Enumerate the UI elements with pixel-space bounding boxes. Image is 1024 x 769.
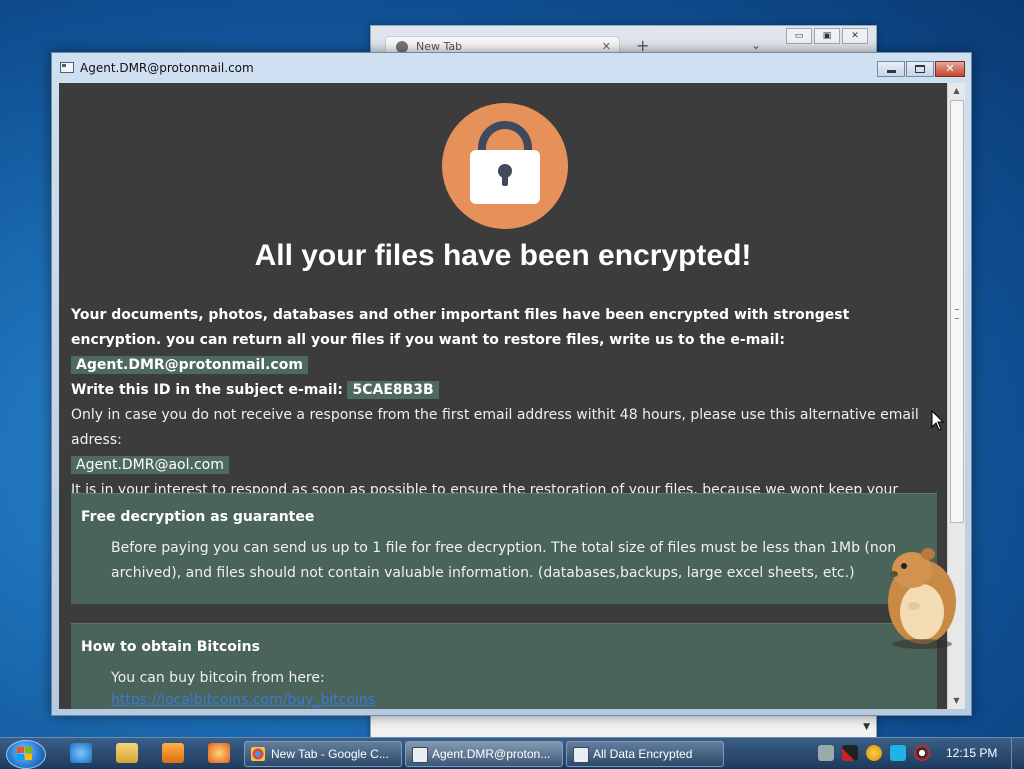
ransom-note-window[interactable]: Agent.DMR@protonmail.com ✕ All your file…	[51, 52, 972, 716]
mouse-cursor-icon	[931, 410, 945, 431]
logo-blue	[17, 754, 24, 760]
scroll-grip	[955, 309, 959, 319]
alt-email-text: Only in case you do not receive a respon…	[71, 407, 919, 448]
chrome-icon	[251, 747, 265, 761]
close-icon: ✕	[945, 62, 955, 75]
minimize-icon	[887, 70, 896, 73]
panel-body: You can buy bitcoin from here:	[111, 670, 325, 686]
id-label: Write this ID in the subject e-mail:	[71, 382, 344, 398]
chevron-down-icon[interactable]: ▼	[863, 722, 870, 732]
panel-body: Before paying you can send us up to 1 fi…	[111, 540, 897, 581]
window-title: Agent.DMR@protonmail.com	[80, 61, 254, 75]
task-label: Agent.DMR@proton...	[432, 747, 551, 761]
task-chrome[interactable]: New Tab - Google C...	[244, 741, 402, 767]
clock[interactable]: 12:15 PM	[946, 746, 997, 760]
search-icon[interactable]	[866, 745, 882, 761]
scroll-up-icon[interactable]: ▲	[948, 83, 965, 99]
alternative-email[interactable]: Agent.DMR@aol.com	[71, 456, 229, 474]
scroll-down-icon[interactable]: ▼	[948, 693, 965, 709]
windows-logo-icon	[17, 747, 33, 761]
taskbar: New Tab - Google C... Agent.DMR@proton..…	[0, 737, 1024, 769]
minimize-button[interactable]	[877, 61, 905, 77]
maximize-button[interactable]	[906, 61, 934, 77]
file-explorer-icon[interactable]	[116, 743, 138, 763]
internet-explorer-icon[interactable]	[70, 743, 92, 763]
bitcoin-panel: How to obtain Bitcoins You can buy bitco…	[71, 623, 937, 709]
hamster-mascot[interactable]	[878, 540, 966, 650]
bitcoin-link[interactable]: https://localbitcoins.com/buy_bitcoins	[111, 692, 375, 708]
victim-id[interactable]: 5CAE8B3B	[347, 381, 439, 399]
panel-title: How to obtain Bitcoins	[81, 639, 260, 655]
background-window-bottom: ▼	[371, 718, 876, 738]
page-title: All your files have been encrypted!	[254, 239, 752, 272]
close-button[interactable]: ✕	[935, 61, 965, 77]
lock-icon	[470, 150, 540, 204]
display-icon[interactable]	[890, 745, 906, 761]
background-maximize-button[interactable]: ▣	[814, 28, 840, 44]
intro-text: Your documents, photos, databases and ot…	[71, 307, 850, 348]
task-ransom-note[interactable]: Agent.DMR@proton...	[405, 741, 563, 767]
media-player-icon[interactable]	[162, 743, 184, 763]
logo-red	[17, 747, 24, 753]
show-desktop-button[interactable]	[1011, 738, 1024, 769]
task-all-data-encrypted[interactable]: All Data Encrypted	[566, 741, 724, 767]
primary-email[interactable]: Agent.DMR@protonmail.com	[71, 356, 308, 374]
scrollbar-thumb[interactable]	[950, 100, 964, 523]
background-minimize-button[interactable]: ▭	[786, 28, 812, 44]
note-content: All your files have been encrypted! Your…	[59, 83, 947, 709]
volume-icon[interactable]	[914, 745, 930, 761]
window-icon	[573, 747, 589, 763]
note-viewport: All your files have been encrypted! Your…	[59, 83, 965, 709]
task-label: New Tab - Google C...	[271, 747, 389, 761]
security-icon[interactable]	[842, 745, 858, 761]
network-icon[interactable]	[818, 745, 834, 761]
free-decryption-panel: Free decryption as guarantee Before payi…	[71, 493, 937, 604]
lock-badge	[442, 103, 568, 229]
logo-yellow	[25, 754, 32, 760]
tab-menu-icon[interactable]: ⌄	[751, 38, 761, 52]
maximize-icon	[915, 65, 925, 73]
logo-green	[25, 747, 32, 753]
app-launcher-icon[interactable]	[208, 743, 230, 763]
task-label: All Data Encrypted	[593, 747, 693, 761]
panel-title: Free decryption as guarantee	[81, 509, 315, 525]
keyhole-stem	[502, 174, 508, 186]
window-titlebar[interactable]: Agent.DMR@protonmail.com ✕	[52, 53, 971, 83]
window-icon	[412, 747, 428, 763]
window-icon	[60, 62, 74, 73]
start-button[interactable]	[6, 740, 46, 769]
background-close-button[interactable]: ✕	[842, 28, 868, 44]
